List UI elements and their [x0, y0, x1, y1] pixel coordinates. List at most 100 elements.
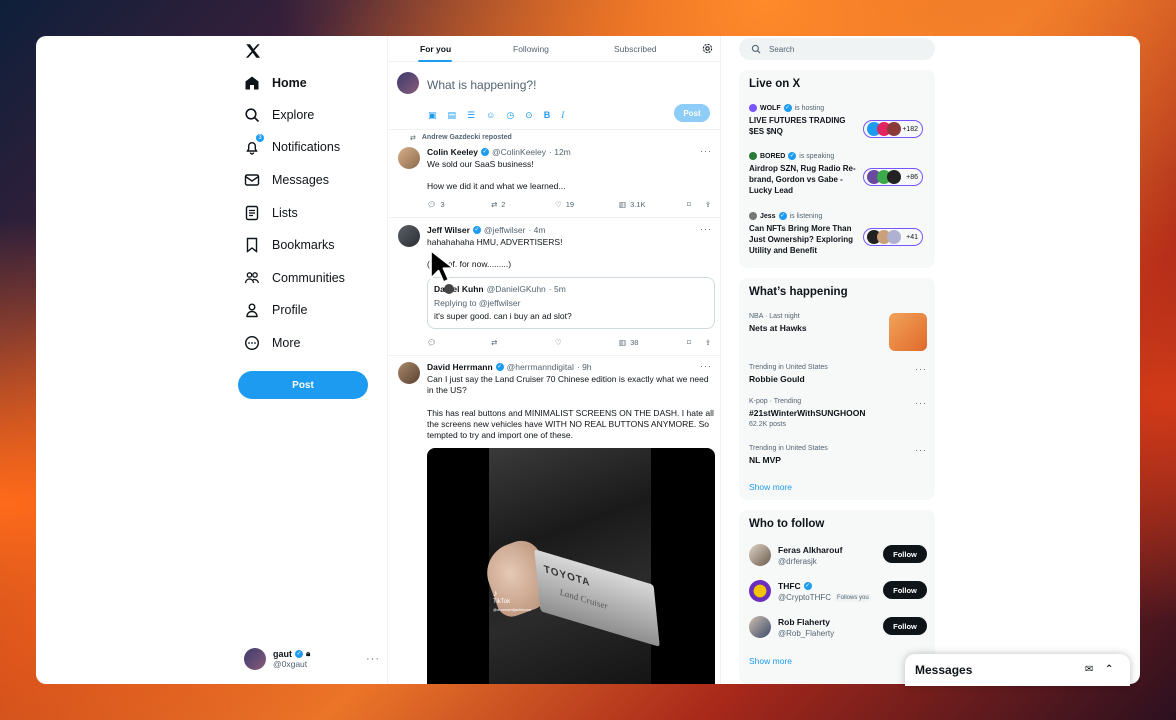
trend-item[interactable]: NBA · Last night Nets at Hawks	[749, 313, 927, 351]
bold-icon[interactable]: B	[544, 110, 551, 121]
happening-show-more[interactable]: Show more	[749, 482, 792, 492]
nav-bookmarks[interactable]: Bookmarks	[244, 235, 335, 255]
follows-you-badge: Follows you	[835, 593, 871, 602]
compose-post-button[interactable]: Post	[674, 104, 710, 122]
tweet-more-icon[interactable]: ···	[700, 224, 712, 234]
retweet-count: 2	[501, 200, 506, 209]
share-button[interactable]: ⇪	[705, 338, 711, 347]
compose-input[interactable]: What is happening?!	[427, 78, 536, 92]
gear-icon[interactable]	[702, 43, 713, 54]
like-button[interactable]: ♡ 19	[555, 200, 619, 209]
bookmark-button[interactable]: ⌑	[687, 200, 705, 209]
tweet[interactable]: David Herrmann ✓ @herrmanndigital · 9h ··· …	[388, 356, 720, 684]
nav-lists[interactable]: Lists	[244, 203, 298, 223]
location-icon[interactable]: ⊙	[525, 110, 533, 121]
tab-following[interactable]: Following	[513, 44, 549, 54]
nav-home[interactable]: Home	[244, 73, 307, 93]
like-button[interactable]: ♡	[555, 338, 619, 347]
tab-subscribed[interactable]: Subscribed	[614, 44, 657, 54]
reply-button[interactable]: 💬︎	[427, 338, 491, 347]
emoji-icon[interactable]: ☺	[486, 110, 495, 121]
space-item[interactable]: BORED ✓ is speaking Airdrop SZN, Rug Radio…	[749, 152, 929, 196]
chart-icon: ▥	[619, 200, 627, 209]
post-button[interactable]: Post	[238, 371, 368, 399]
search-input[interactable]: Search	[739, 38, 935, 60]
trend-item[interactable]: K-pop · Trending #21stWinterWithSUNGHOON…	[749, 398, 927, 428]
avatar	[749, 544, 771, 566]
share-icon: ⇪	[705, 200, 712, 209]
who-show-more[interactable]: Show more	[749, 656, 792, 666]
follow-button[interactable]: Follow	[883, 581, 927, 599]
account-more-icon[interactable]: ···	[366, 653, 380, 665]
tweet-text-continued: (kind of. for now.........)	[427, 259, 512, 269]
nav-explore[interactable]: Explore	[244, 105, 314, 125]
trend-more-icon[interactable]: ···	[915, 364, 927, 374]
quoted-tweet[interactable]: Daniel Kuhn @DanielGKuhn · 5m Replying t…	[427, 277, 715, 329]
verified-icon: ✓	[783, 104, 792, 112]
video-frame: TOYOTA Land Cruiser ♪ TikTok @droneandja…	[478, 448, 660, 684]
expand-icon[interactable]: ⌃	[1105, 664, 1113, 675]
space-listeners: +86	[863, 168, 923, 186]
tweet-avatar[interactable]	[398, 225, 420, 247]
follow-button[interactable]: Follow	[883, 617, 927, 635]
tweet-text: hahahahaha HMU, ADVERTISERS!	[427, 237, 563, 247]
tweet-video[interactable]: TOYOTA Land Cruiser ♪ TikTok @droneandja…	[427, 448, 715, 684]
bookmark-button[interactable]: ⌑	[687, 338, 705, 347]
tweet-author[interactable]: Colin Keeley	[427, 147, 478, 157]
tweet-author[interactable]: David Herrmann	[427, 362, 493, 372]
tweet-time: · 4m	[528, 225, 546, 235]
messages-drawer[interactable]: Messages ✉ ⌃	[905, 654, 1130, 686]
tweet[interactable]: ⇄ Andrew Gazdecki reposted Colin Keeley ✓ @…	[388, 131, 720, 218]
follow-suggestion[interactable]: Feras Alkharouf @drferasjk Follow	[749, 542, 927, 570]
gif-icon[interactable]: ▤	[448, 110, 457, 121]
poll-icon[interactable]: ☰	[467, 110, 475, 121]
trend-item[interactable]: Trending in United States NL MVP ···	[749, 445, 927, 465]
search-placeholder: Search	[769, 44, 795, 54]
new-message-icon[interactable]: ✉	[1085, 664, 1093, 675]
whats-happening-card: What’s happening NBA · Last night Nets a…	[739, 278, 935, 500]
retweet-button[interactable]: ⇄	[491, 338, 555, 347]
space-item[interactable]: Jess ✓ is listening Can NFTs Bring More Th…	[749, 212, 929, 256]
share-icon: ⇪	[705, 338, 712, 347]
views-button[interactable]: ▥ 38	[619, 338, 687, 347]
tweet-more-icon[interactable]: ···	[700, 146, 712, 156]
nav-profile[interactable]: Profile	[244, 300, 307, 320]
retweet-button[interactable]: ⇄ 2	[491, 200, 555, 209]
listener-count: +182	[902, 125, 918, 133]
verified-icon: ✓	[295, 650, 303, 658]
reply-button[interactable]: 💬︎ 3	[427, 200, 491, 209]
nav-notifications[interactable]: 3 Notifications	[244, 134, 340, 157]
tab-for-you[interactable]: For you	[420, 44, 451, 54]
tweet-avatar[interactable]	[398, 362, 420, 384]
image-icon[interactable]: ▣	[428, 110, 437, 121]
nav-messages[interactable]: Messages	[244, 170, 329, 190]
follow-suggestion[interactable]: Rob Flaherty @Rob_Flaherty Follow	[749, 614, 927, 642]
tweet-text-continued: This has real buttons and MINIMALIST SCR…	[427, 408, 714, 440]
trend-item[interactable]: Trending in United States Robbie Gould ·…	[749, 364, 927, 384]
live-on-x-card: Live on X WOLF ✓ is hosting LIVE FUTURES T…	[739, 70, 935, 268]
space-title: LIVE FUTURES TRADING $ES $NQ	[749, 116, 846, 136]
follow-suggestion[interactable]: THFC ✓ @CryptoTHFC Follows you Follow	[749, 578, 927, 606]
list-icon	[244, 205, 260, 221]
space-item[interactable]: WOLF ✓ is hosting LIVE FUTURES TRADING $ES…	[749, 104, 929, 138]
share-button[interactable]: ⇪	[705, 200, 711, 209]
nav-communities-label: Communities	[272, 271, 345, 285]
x-logo-icon[interactable]	[244, 42, 262, 60]
views-button[interactable]: ▥ 3.1K	[619, 200, 687, 209]
trend-more-icon[interactable]: ···	[915, 445, 927, 455]
nav-more[interactable]: More	[244, 333, 300, 353]
tweet-avatar[interactable]	[398, 147, 420, 169]
tweet-more-icon[interactable]: ···	[700, 361, 712, 371]
follow-button[interactable]: Follow	[883, 545, 927, 563]
suggest-handle: @Rob_Flaherty	[778, 629, 835, 638]
schedule-icon[interactable]: ◷	[506, 110, 514, 121]
nav-communities[interactable]: Communities	[244, 268, 345, 288]
reply-icon: 💬︎	[427, 200, 437, 209]
tweet-author[interactable]: Jeff Wilser	[427, 225, 470, 235]
tweet-time: · 12m	[549, 147, 571, 157]
italic-icon[interactable]: I	[561, 110, 564, 121]
nav-bookmarks-label: Bookmarks	[272, 238, 335, 252]
trend-more-icon[interactable]: ···	[915, 398, 927, 408]
account-switcher[interactable]: gaut ✓ 🔒︎ @0xgaut	[244, 648, 310, 670]
tweet-text-continued: How we did it and what we learned...	[427, 181, 566, 191]
